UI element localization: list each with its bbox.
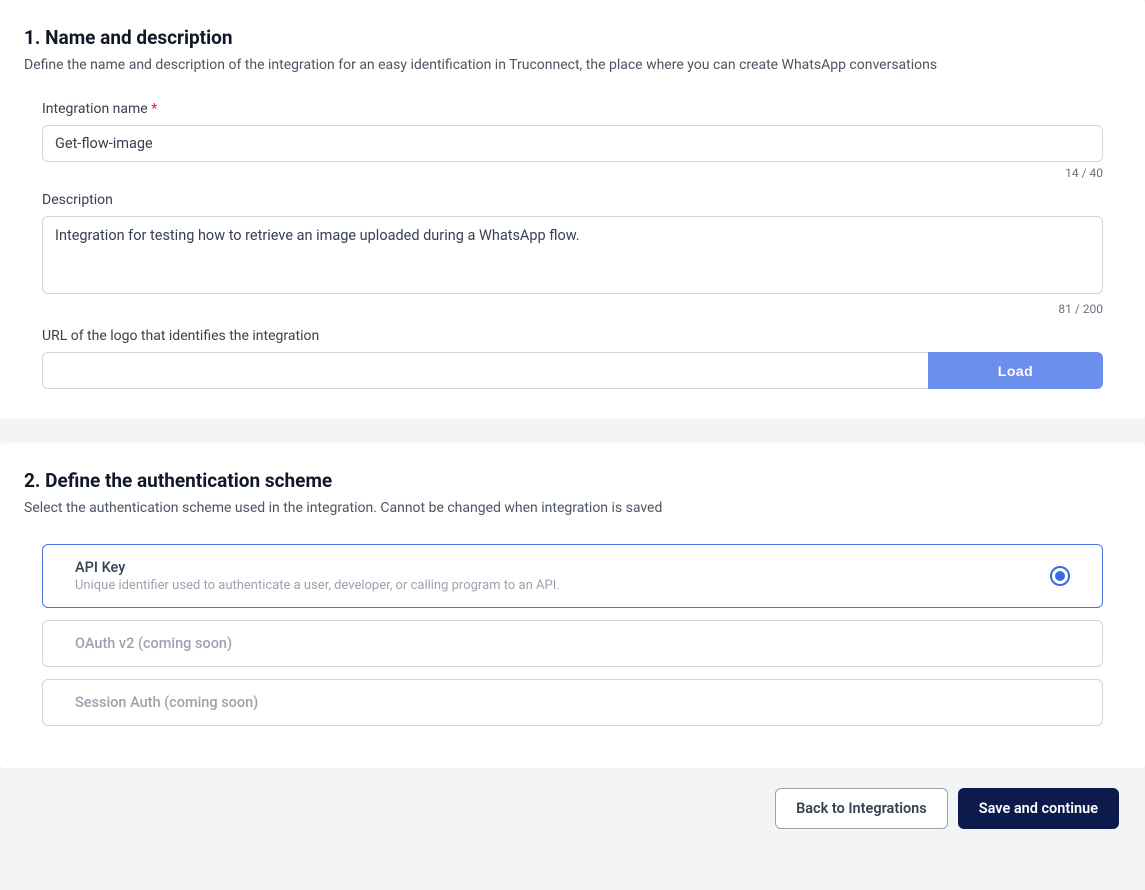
- description-input[interactable]: [42, 216, 1103, 294]
- description-counter: 81 / 200: [42, 302, 1103, 316]
- auth-option-oauth-v2[interactable]: OAuth v2 (coming soon): [42, 620, 1103, 667]
- auth-option-desc: Unique identifier used to authenticate a…: [75, 578, 560, 593]
- back-to-integrations-button[interactable]: Back to Integrations: [775, 788, 948, 829]
- integration-name-label: Integration name *: [42, 101, 1103, 117]
- radio-selected-icon: [1050, 566, 1070, 586]
- description-label: Description: [42, 192, 1103, 208]
- footer-actions: Back to Integrations Save and continue: [0, 768, 1145, 849]
- section-name-description: 1. Name and description Define the name …: [0, 0, 1145, 419]
- section-auth-scheme: 2. Define the authentication scheme Sele…: [0, 443, 1145, 768]
- logo-url-label: URL of the logo that identifies the inte…: [42, 328, 1103, 344]
- logo-url-input[interactable]: [42, 352, 928, 389]
- load-button[interactable]: Load: [928, 352, 1103, 389]
- auth-option-session-auth[interactable]: Session Auth (coming soon): [42, 679, 1103, 726]
- section2-title: 2. Define the authentication scheme: [24, 469, 1121, 492]
- auth-option-title: OAuth v2 (coming soon): [75, 635, 232, 652]
- field-description: Description 81 / 200: [24, 192, 1121, 328]
- logo-url-row: Load: [42, 352, 1103, 389]
- auth-option-api-key[interactable]: API Key Unique identifier used to authen…: [42, 544, 1103, 608]
- section1-title: 1. Name and description: [24, 26, 1121, 49]
- auth-option-title: API Key: [75, 559, 560, 576]
- field-integration-name: Integration name * 14 / 40: [24, 101, 1121, 192]
- auth-options-list: API Key Unique identifier used to authen…: [24, 544, 1121, 726]
- auth-option-title: Session Auth (coming soon): [75, 694, 258, 711]
- field-logo-url: URL of the logo that identifies the inte…: [24, 328, 1121, 389]
- integration-name-input[interactable]: [42, 125, 1103, 162]
- section1-subtitle: Define the name and description of the i…: [24, 57, 1121, 73]
- save-and-continue-button[interactable]: Save and continue: [958, 788, 1119, 829]
- section2-subtitle: Select the authentication scheme used in…: [24, 500, 1121, 516]
- integration-name-counter: 14 / 40: [42, 166, 1103, 180]
- required-asterisk: *: [151, 101, 157, 117]
